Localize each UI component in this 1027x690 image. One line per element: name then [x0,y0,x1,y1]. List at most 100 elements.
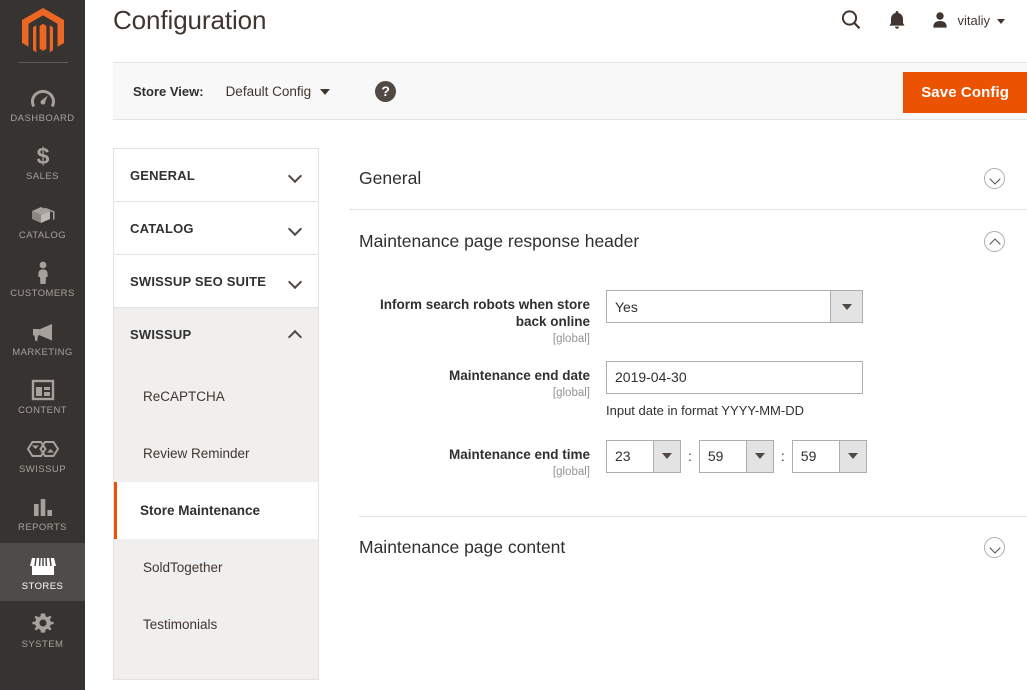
person-icon [35,260,51,286]
field-control-col: Input date in format YYYY-MM-DD [604,360,1027,418]
field-note: Input date in format YYYY-MM-DD [606,402,804,418]
field-label-col: Inform search robots when store back onl… [349,290,604,345]
config-subitem-testimonials[interactable]: Testimonials [114,596,318,653]
magento-logo[interactable] [0,0,85,62]
config-subitem-store-maintenance[interactable]: Store Maintenance [114,482,318,539]
config-section-swissup[interactable]: SWISSUP [113,307,319,360]
field-control-col: Yes [604,290,1027,323]
content-section-title: Maintenance page content [359,537,566,558]
page-body: GENERAL CATALOG SWISSUP SEO SUITE SWISSU… [85,120,1027,690]
sidebar-item-label: STORES [21,580,64,592]
dollar-icon: $ [35,143,51,169]
end-time-minutes-select[interactable]: 59 [698,439,774,473]
chevron-down-icon [838,440,866,472]
config-section-label: GENERAL [130,167,195,183]
chevron-down-icon [653,440,680,472]
config-section-label: SWISSUP SEO SUITE [130,273,267,289]
config-section-general[interactable]: GENERAL [113,148,319,201]
sidebar-item-customers[interactable]: CUSTOMERS [0,250,85,308]
content-section-general[interactable]: General [349,148,1027,210]
search-button[interactable] [828,3,874,37]
box-icon [30,202,56,228]
save-config-button[interactable]: Save Config [903,72,1027,113]
page-header: Configuration vitaliy [85,0,1027,62]
store-view-select[interactable]: Default Config [226,84,331,99]
swissup-icon [23,436,63,462]
user-menu[interactable]: vitaliy [920,3,1011,37]
inform-robots-value: Yes [615,298,638,315]
header-tools: vitaliy [828,3,1011,37]
chevron-down-icon [997,18,1005,24]
sidebar-item-label: CUSTOMERS [10,288,75,300]
maintenance-response-fieldset: Inform search robots when store back onl… [349,272,1027,508]
sidebar-item-stores[interactable]: STORES [0,542,85,601]
inform-robots-select[interactable]: Yes [606,290,863,323]
end-time-hours-select[interactable]: 23 [606,439,681,473]
user-name: vitaliy [957,12,990,28]
chevron-down-icon [745,440,773,472]
chevron-down-icon [289,171,302,179]
sidebar-item-content[interactable]: CONTENT [0,367,85,425]
bell-icon [889,11,906,29]
sidebar-item-label: SALES [26,171,59,183]
config-section-label: CATALOG [130,220,194,236]
chevron-down-icon [320,89,331,95]
chevron-down-icon [984,537,1005,559]
sidebar-item-catalog[interactable]: CATALOG [0,192,85,250]
sidebar-item-label: DASHBOARD [10,113,75,124]
chevron-down-icon [289,224,302,232]
content-section-title: Maintenance page response header [359,230,640,251]
time-separator: : [780,448,785,465]
config-content: General Maintenance page response header… [349,148,1027,690]
sidebar-item-label: SWISSUP [19,463,66,475]
sidebar-item-reports[interactable]: REPORTS [0,484,85,542]
gear-icon [31,611,55,637]
sidebar-item-label: REPORTS [18,522,67,534]
content-section-maintenance-response-header[interactable]: Maintenance page response header [349,210,1027,272]
config-subitem-review-reminder[interactable]: Review Reminder [114,425,318,482]
field-scope: [global] [552,386,590,399]
sidebar-item-label: SYSTEM [21,638,64,650]
content-section-maintenance-page-content[interactable]: Maintenance page content [349,517,1027,579]
store-view-bar: Store View: Default Config ? Save Config [113,62,1027,120]
admin-page: DASHBOARD $ SALES CATALOG CUSTOMERS MARK… [0,0,1027,690]
sidebar-item-system[interactable]: SYSTEM [0,601,85,659]
config-section-swissup-seo-suite[interactable]: SWISSUP SEO SUITE [113,254,319,307]
field-label: Maintenance end date [448,367,590,383]
sidebar-item-swissup[interactable]: SWISSUP [0,426,85,484]
megaphone-icon [30,319,56,345]
config-nav: GENERAL CATALOG SWISSUP SEO SUITE SWISSU… [113,148,319,690]
config-subitem-recaptcha[interactable]: ReCAPTCHA [114,368,318,425]
sidebar-item-label: MARKETING [12,346,73,358]
field-label-col: Maintenance end date [global] [349,361,604,399]
sidebar-item-label: CONTENT [17,405,68,417]
field-maintenance-end-time: Maintenance end time [global] 23 : 59: … [349,439,1027,478]
field-scope: [global] [552,465,590,478]
chevron-up-icon [289,330,302,338]
end-time-seconds-select[interactable]: 59 [791,439,867,473]
content-section-title: General [359,168,422,188]
field-label: Inform search robots when store back onl… [379,297,590,329]
config-section-catalog[interactable]: CATALOG [113,201,319,254]
magento-logo-icon [21,8,64,53]
sidebar-item-label: CATALOG [18,229,67,241]
store-icon [29,553,57,579]
svg-text:$: $ [36,144,49,168]
sidebar-item-dashboard[interactable]: DASHBOARD [0,75,85,133]
field-label-col: Maintenance end time [global] [349,440,604,478]
field-label: Maintenance end time [448,446,590,462]
sidebar-item-marketing[interactable]: MARKETING [0,309,85,367]
help-icon[interactable]: ? [375,80,397,102]
end-time-minutes-value: 59 [707,448,724,465]
end-time-seconds-value: 59 [800,448,817,465]
end-time-hours-value: 23 [615,448,631,465]
field-control-col: 23 : 59 : 59 [604,439,1027,473]
sidebar-item-sales[interactable]: $ SALES [0,133,85,191]
maintenance-end-date-input[interactable] [606,360,863,394]
field-maintenance-end-date: Maintenance end date [global] Input date… [349,360,1027,418]
notifications-button[interactable] [874,3,920,37]
admin-sidebar: DASHBOARD $ SALES CATALOG CUSTOMERS MARK… [0,0,85,690]
config-subitem-soldtogether[interactable]: SoldTogether [114,539,318,596]
layout-icon [31,377,55,403]
store-view-value: Default Config [225,83,312,99]
